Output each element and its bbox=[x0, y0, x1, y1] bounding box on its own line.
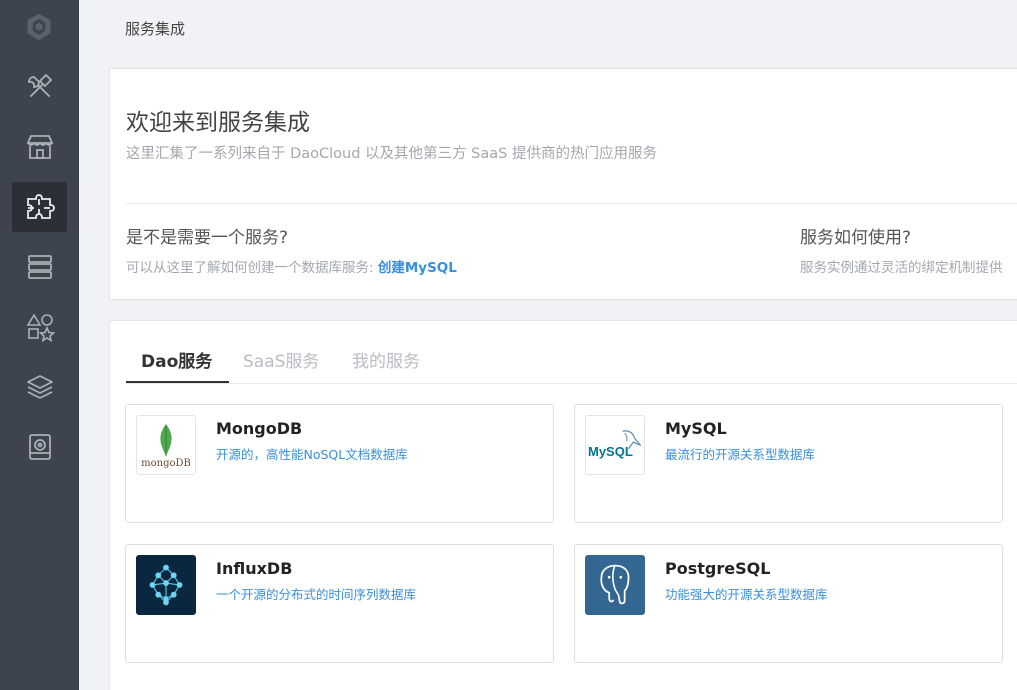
divider bbox=[126, 203, 1017, 204]
create-mysql-link[interactable]: 创建MySQL bbox=[378, 260, 457, 276]
how-to-use-desc: 服务实例通过灵活的绑定机制提供 bbox=[800, 260, 1003, 276]
active-tab-indicator bbox=[126, 381, 229, 383]
service-card-mysql[interactable]: MySQL MySQL 最流行的开源关系型数据库 bbox=[574, 404, 1003, 523]
need-service-title: 是不是需要一个服务? bbox=[126, 228, 289, 248]
sidebar-item-monitor[interactable] bbox=[12, 422, 67, 472]
breadcrumb: 服务集成 bbox=[125, 20, 186, 38]
sidebar-item-store[interactable] bbox=[12, 122, 67, 172]
service-card-postgresql[interactable]: PostgreSQL 功能强大的开源关系型数据库 bbox=[574, 544, 1003, 663]
mysql-logo-text: MySQL bbox=[588, 444, 633, 459]
daocloud-logo-icon[interactable] bbox=[22, 10, 56, 44]
service-card-mongodb[interactable]: mongoDB MongoDB 开源的，高性能NoSQL文档数据库 bbox=[125, 404, 554, 523]
server-icon bbox=[27, 255, 52, 279]
service-card-influxdb[interactable]: InfluxDB 一个开源的分布式的时间序列数据库 bbox=[125, 544, 554, 663]
tools-icon bbox=[27, 73, 52, 97]
sidebar-item-services[interactable] bbox=[12, 182, 67, 232]
service-name: MongoDB bbox=[216, 419, 303, 438]
tab-my-services[interactable]: 我的服务 bbox=[352, 347, 420, 372]
need-service-text: 可以从这里了解如何创建一个数据库服务: bbox=[126, 260, 378, 276]
sidebar-item-apps[interactable] bbox=[12, 302, 67, 352]
sidebar bbox=[0, 0, 79, 690]
influxdb-logo-icon bbox=[136, 555, 196, 615]
service-tabs: Dao服务 SaaS服务 我的服务 bbox=[126, 321, 1017, 384]
monitor-icon bbox=[28, 434, 51, 460]
tab-saas-services[interactable]: SaaS服务 bbox=[243, 347, 319, 372]
mysql-logo-icon: MySQL bbox=[585, 415, 645, 475]
services-panel: Dao服务 SaaS服务 我的服务 mongoDB MongoDB 开源的，高性… bbox=[109, 320, 1017, 690]
shapes-icon bbox=[26, 313, 55, 342]
welcome-subtitle: 这里汇集了一系列来自于 DaoCloud 以及其他第三方 SaaS 提供商的热门… bbox=[126, 146, 657, 162]
store-icon bbox=[26, 135, 53, 159]
service-name: MySQL bbox=[665, 419, 727, 438]
tab-dao-services[interactable]: Dao服务 bbox=[141, 347, 212, 372]
sidebar-item-tools[interactable] bbox=[12, 62, 67, 112]
sidebar-item-layers[interactable] bbox=[12, 362, 67, 412]
puzzle-icon bbox=[26, 194, 55, 219]
service-desc: 开源的，高性能NoSQL文档数据库 bbox=[216, 447, 408, 462]
postgresql-logo-icon bbox=[585, 555, 645, 615]
service-name: PostgreSQL bbox=[665, 559, 771, 578]
service-desc: 功能强大的开源关系型数据库 bbox=[665, 587, 828, 602]
layers-icon bbox=[26, 375, 53, 399]
mongodb-logo-icon: mongoDB bbox=[136, 415, 196, 475]
need-service-desc: 可以从这里了解如何创建一个数据库服务: 创建MySQL bbox=[126, 256, 457, 276]
service-desc: 最流行的开源关系型数据库 bbox=[665, 447, 816, 462]
page-title: 欢迎来到服务集成 bbox=[126, 110, 310, 136]
mongodb-logo-text: mongoDB bbox=[141, 458, 191, 469]
service-name: InfluxDB bbox=[216, 559, 293, 578]
welcome-card: 欢迎来到服务集成 这里汇集了一系列来自于 DaoCloud 以及其他第三方 Sa… bbox=[109, 68, 1017, 300]
how-to-use-title: 服务如何使用? bbox=[800, 228, 912, 248]
sidebar-item-servers[interactable] bbox=[12, 242, 67, 292]
service-desc: 一个开源的分布式的时间序列数据库 bbox=[216, 587, 417, 602]
